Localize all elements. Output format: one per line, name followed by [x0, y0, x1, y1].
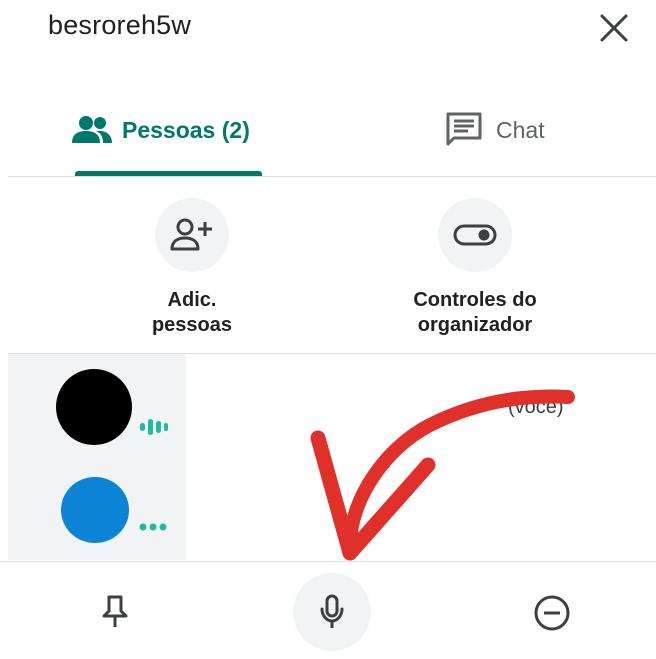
add-person-icon: [170, 218, 212, 251]
microphone-icon: [320, 594, 344, 628]
divider: [0, 561, 656, 562]
microphone-button[interactable]: [293, 573, 371, 651]
tab-people[interactable]: Pessoas (2): [72, 110, 250, 150]
speaking-indicator-icon: [138, 417, 170, 442]
avatar: [56, 369, 132, 445]
add-people-label: Adic. pessoas: [151, 289, 233, 336]
pin-button[interactable]: [95, 592, 135, 632]
meeting-title: besroreh5w: [48, 10, 192, 40]
add-people-button[interactable]: [155, 198, 229, 272]
close-button[interactable]: [596, 10, 632, 46]
tab-chat[interactable]: Chat: [444, 110, 545, 150]
toggle-icon: [453, 224, 497, 246]
more-options-button[interactable]: [138, 520, 170, 538]
divider: [8, 176, 656, 177]
avatar: [61, 477, 129, 543]
chat-icon: [446, 112, 482, 146]
close-icon: [600, 14, 628, 42]
more-dots-icon: [139, 523, 167, 531]
pin-icon: [102, 595, 128, 627]
tab-people-label: Pessoas (2): [122, 116, 250, 143]
remove-button[interactable]: [532, 593, 572, 633]
host-controls-button[interactable]: [438, 198, 512, 272]
host-controls-label: Controles do organizador: [413, 289, 537, 336]
you-label: (você): [508, 396, 564, 418]
remove-icon: [534, 595, 570, 631]
people-icon: [72, 116, 112, 143]
tab-chat-label: Chat: [496, 116, 545, 143]
